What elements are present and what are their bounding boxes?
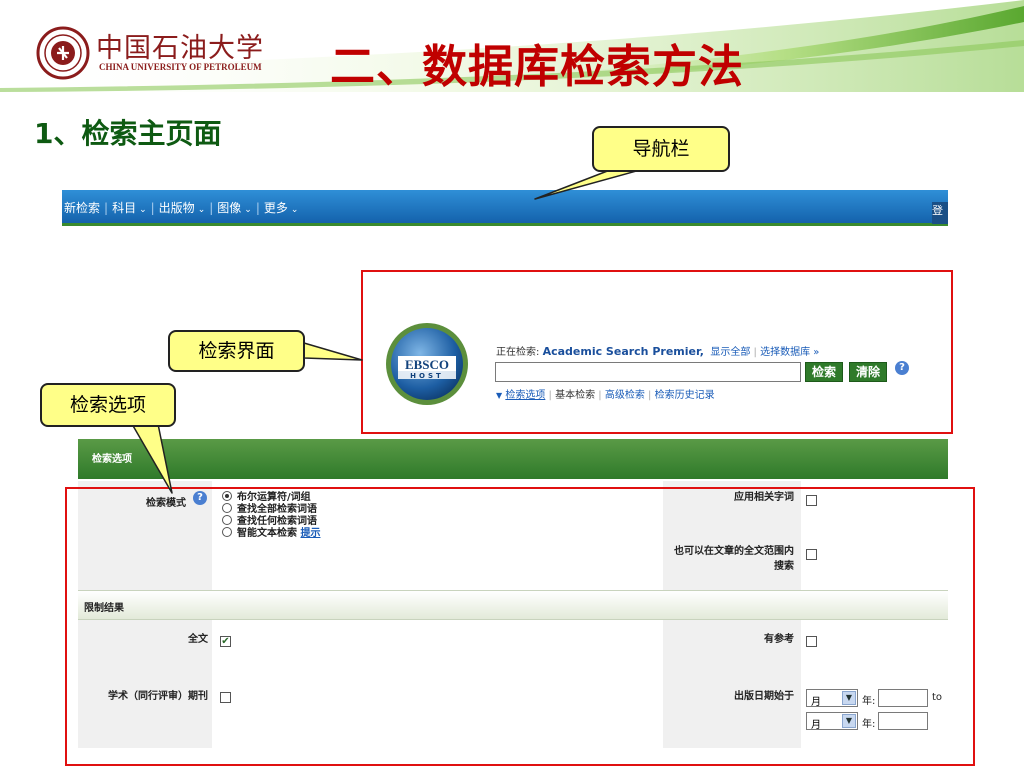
chevron-down-icon: ⌄ <box>290 205 299 215</box>
search-mode-links: ▼ 检索选项 | 基本检索 | 高级检索 | 检索历史记录 <box>496 390 715 401</box>
searching-label: 正在检索: <box>496 347 540 358</box>
nav-images[interactable]: 图像 ⌄ <box>217 199 252 216</box>
advanced-search-link[interactable]: 高级检索 <box>605 390 645 401</box>
searching-info: 正在检索: Academic Search Premier, 显示全部 | 选择… <box>496 345 820 358</box>
chevron-down-icon: ⌄ <box>197 205 206 215</box>
ebsco-logo-subtext: HOST <box>410 372 444 380</box>
callout-search-interface: 检索界面 <box>168 330 305 372</box>
search-input[interactable] <box>495 362 801 382</box>
select-database-link[interactable]: 选择数据库 » <box>760 347 819 358</box>
search-options-header: 检索选项 <box>78 439 948 479</box>
navigation-bar: 新检索 | 科目 ⌄ | 出版物 ⌄ | 图像 ⌄ | 更多 ⌄ 登 <box>62 190 948 226</box>
ebsco-logo-text: EBSCO <box>404 357 450 372</box>
nav-publications[interactable]: 出版物 ⌄ <box>159 199 206 216</box>
callout-search-options: 检索选项 <box>40 383 176 427</box>
chevron-down-icon: ⌄ <box>139 205 147 215</box>
slide-title: 二、数据库检索方法 <box>330 40 745 93</box>
nav-login-button[interactable]: 登 <box>932 202 948 224</box>
section-subtitle: 1、检索主页面 <box>34 117 222 150</box>
chevron-down-icon: ⌄ <box>244 205 252 215</box>
basic-search-link[interactable]: 基本检索 <box>555 390 595 401</box>
university-name-en: CHINA UNIVERSITY OF PETROLEUM <box>99 62 262 72</box>
university-seal-logo <box>36 26 90 80</box>
search-options-link[interactable]: 检索选项 <box>505 390 545 401</box>
nav-new-search[interactable]: 新检索 <box>64 199 100 216</box>
callout-navbar: 导航栏 <box>592 126 730 172</box>
university-name-cn: 中国石油大学 <box>96 33 264 64</box>
search-history-link[interactable]: 检索历史记录 <box>655 390 715 401</box>
show-all-link[interactable]: 显示全部 <box>710 347 750 358</box>
database-name: Academic Search Premier, <box>542 345 704 358</box>
clear-button[interactable]: 清除 <box>849 362 887 382</box>
help-icon[interactable]: ? <box>895 361 909 375</box>
nav-subjects[interactable]: 科目 ⌄ <box>112 199 147 216</box>
search-button[interactable]: 检索 <box>805 362 843 382</box>
nav-more[interactable]: 更多 ⌄ <box>264 199 299 216</box>
search-options-highlight <box>65 487 975 766</box>
